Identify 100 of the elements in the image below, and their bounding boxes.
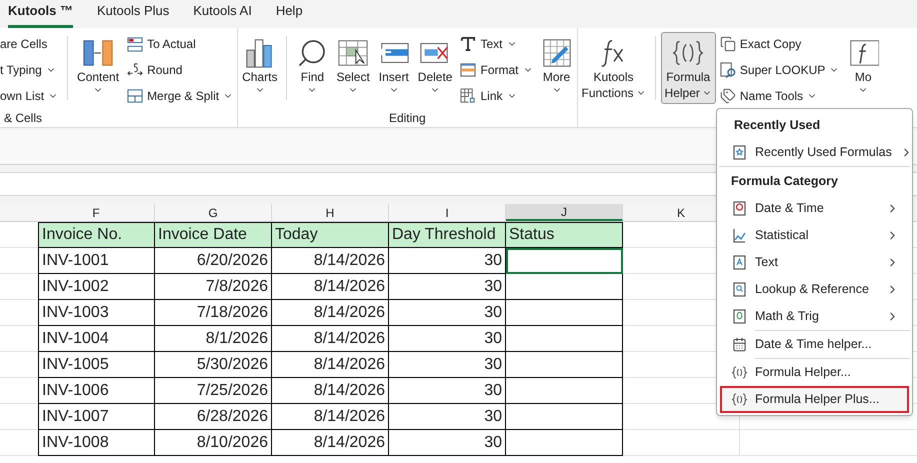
group-label: Editing (388, 110, 427, 127)
ribbon-button[interactable]: Exact Copy (720, 34, 840, 54)
ribbon-button[interactable]: To Actual (127, 34, 234, 54)
ribbon-button[interactable]: Kutools Functions (578, 32, 650, 104)
menu-item[interactable]: Date & Time helper... (720, 331, 909, 358)
ribbon-button[interactable]: Delete (414, 32, 456, 104)
ribbon-button[interactable]: own List (0, 86, 58, 106)
menu-item-label: Math & Trig (755, 308, 820, 326)
column-header[interactable]: G (155, 204, 272, 221)
format-icon (460, 62, 476, 78)
star-book-icon (732, 145, 747, 160)
table-cell: INV-1003 (38, 300, 155, 326)
table-cell: INV-1002 (38, 274, 155, 300)
table-cell: 30 (389, 274, 506, 300)
ribbon-button[interactable]: Charts (238, 32, 282, 104)
table-cell: 30 (389, 326, 506, 352)
ribbon-button[interactable]: Super LOOKUP (720, 60, 840, 80)
table-cell: 6/20/2026 (155, 248, 272, 274)
table-cell: INV-1004 (38, 326, 155, 352)
menu-heading: Recently Used (733, 116, 822, 134)
tag-icon (720, 88, 736, 104)
table-cell: 8/14/2026 (272, 404, 389, 430)
table-cell: 30 (389, 430, 506, 456)
ribbon-button[interactable]: Name Tools (720, 86, 840, 106)
table-cell: 8/14/2026 (272, 274, 389, 300)
ribbon-button[interactable]: Content (73, 32, 124, 104)
menu-tab[interactable]: Help (276, 0, 303, 28)
calendar-icon (732, 337, 747, 352)
menu-tab[interactable]: Kutools Plus (97, 0, 170, 28)
table-cell: 7/18/2026 (155, 300, 272, 326)
group-label: & Cells (3, 110, 44, 127)
menu-item[interactable]: Text (720, 249, 909, 276)
menu-item[interactable]: Formula Helper Plus... (720, 386, 909, 413)
ribbon-button[interactable]: Round (127, 60, 234, 80)
braces-icon (732, 392, 747, 407)
lookup-icon (720, 62, 736, 78)
ribbon-button[interactable]: are Cells (0, 34, 58, 54)
ribbon-button[interactable]: Text (460, 34, 532, 54)
table-cell: 8/14/2026 (272, 326, 389, 352)
table-cell: 30 (389, 248, 506, 274)
header-cell: Day Threshold (389, 222, 506, 248)
menu-item-label: Lookup & Reference (755, 281, 870, 298)
column-header[interactable]: H (272, 204, 389, 221)
braces-icon (732, 365, 747, 380)
letter-book-icon (732, 255, 747, 270)
header-cell: Invoice Date (155, 222, 272, 248)
header-cell: Today (272, 222, 389, 248)
menu-heading: Formula Category (730, 172, 839, 190)
ribbon-button[interactable]: Format (460, 60, 532, 80)
menu-item[interactable]: Lookup & Reference (720, 276, 909, 303)
table-cell: 8/14/2026 (272, 352, 389, 378)
ribbon-button[interactable]: Find (292, 32, 332, 104)
menu-item-label: Date & Time (755, 200, 825, 218)
menu-item-label: Formula Helper... (755, 364, 852, 382)
table-cell: 30 (389, 378, 506, 404)
menu-item[interactable]: Formula Helper... (720, 359, 909, 386)
round-icon (127, 62, 144, 78)
table-cell: 8/10/2026 (155, 430, 272, 456)
menu-item-label: Recently Used Formulas (755, 144, 892, 162)
ribbon-button[interactable]: Merge & Split (127, 86, 234, 106)
menu-item-label: Text (755, 254, 779, 272)
table-cell: INV-1008 (38, 430, 155, 456)
ribbon-button[interactable]: t Typing (0, 60, 58, 80)
menu-item-label: Statistical (755, 227, 810, 244)
edit-grid-icon (540, 37, 572, 69)
magnifier-book-icon (732, 282, 747, 297)
column-header[interactable]: J (506, 204, 623, 221)
ribbon-button[interactable]: Insert (374, 32, 414, 104)
table-cell: 8/1/2026 (155, 326, 272, 352)
menu-item-label: Formula Helper Plus... (755, 391, 880, 408)
table-cell: INV-1007 (38, 404, 155, 430)
table-cell: 7/8/2026 (155, 274, 272, 300)
menu-item-label: Date & Time helper... (755, 336, 873, 354)
menu-item[interactable]: Math & Trig (720, 303, 909, 330)
menu-item[interactable]: Statistical (720, 222, 909, 249)
column-header[interactable]: F (38, 204, 155, 221)
ribbon-button[interactable]: Link (460, 86, 532, 106)
table-cell: 8/14/2026 (272, 248, 389, 274)
link-grid-icon (460, 88, 476, 104)
table-cell: INV-1001 (38, 248, 155, 274)
table-cell: INV-1006 (38, 378, 155, 404)
table-cell: 8/14/2026 (272, 430, 389, 456)
table-cell: 8/14/2026 (272, 300, 389, 326)
menu-tab[interactable]: Kutools AI (193, 0, 252, 28)
table-cell: INV-1005 (38, 352, 155, 378)
ribbon-button[interactable]: Mo (843, 32, 884, 104)
ribbon-button[interactable]: Select (332, 32, 374, 104)
menu-item[interactable]: Recently Used Formulas (720, 139, 909, 166)
ribbon-button[interactable]: More (536, 32, 576, 104)
ribbon-button[interactable]: Formula Helper (660, 32, 716, 104)
table-cell: 8/14/2026 (272, 378, 389, 404)
table-cell: 30 (389, 300, 506, 326)
copy-icon (720, 36, 736, 52)
cells-icon (127, 36, 144, 52)
merge-cells-icon (127, 88, 144, 104)
table-cell: 6/28/2026 (155, 404, 272, 430)
table-cell: 30 (389, 352, 506, 378)
clock-book-icon (732, 201, 747, 216)
header-cell: Invoice No. (38, 222, 155, 248)
header-cell: Status (506, 222, 623, 248)
